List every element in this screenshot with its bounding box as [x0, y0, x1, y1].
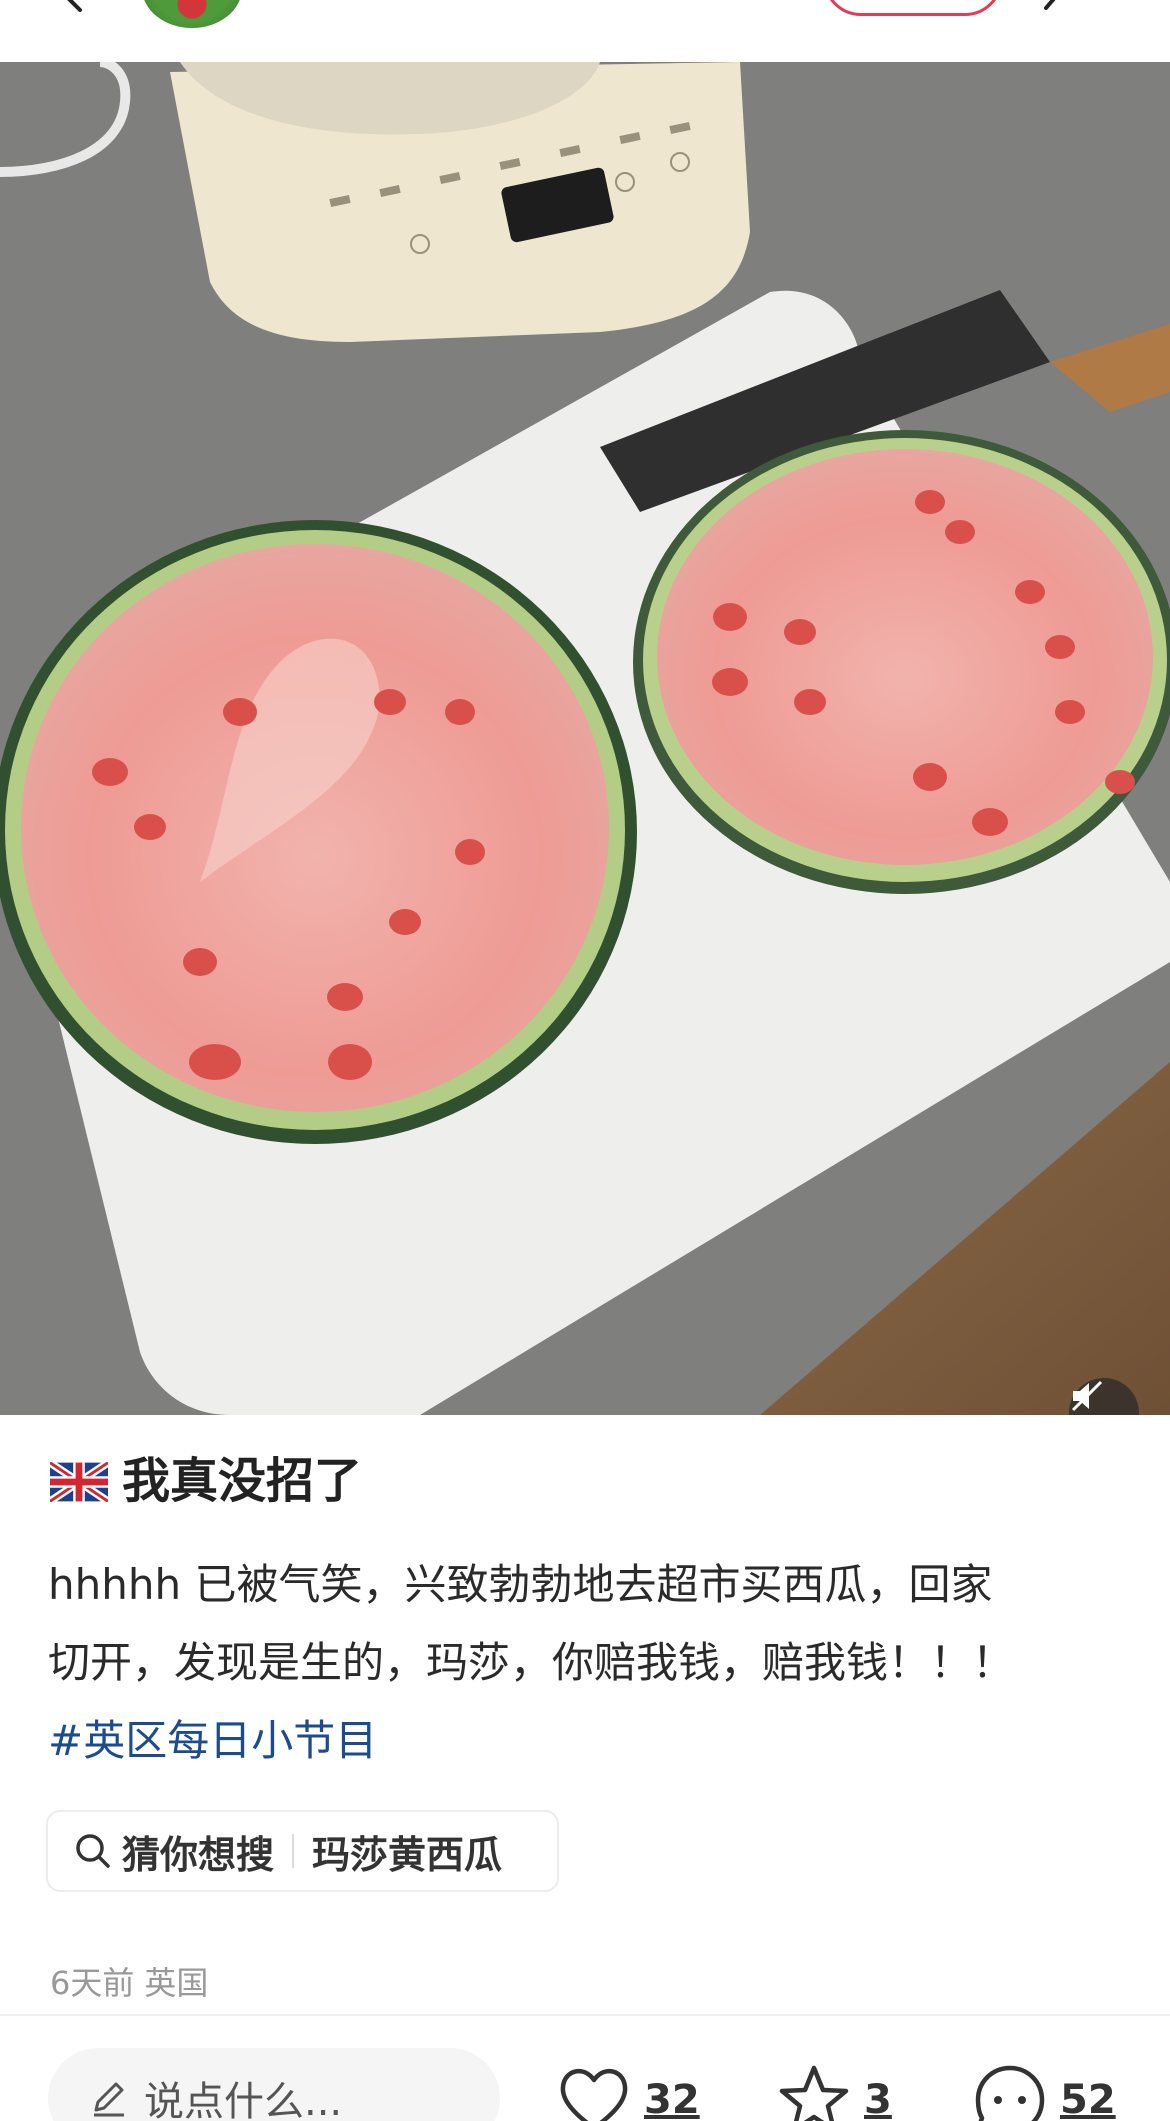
follow-button[interactable]: [823, 0, 1003, 16]
post-body-line: hhhhh 已被气笑，兴致勃勃地去超市买西瓜，回家: [48, 1560, 993, 1609]
heart-icon: [560, 2069, 628, 2121]
like-count: 32: [644, 2077, 700, 2121]
like-button[interactable]: 32: [556, 2062, 700, 2121]
star-icon: [779, 2065, 849, 2121]
post-title-row: 我真没招了: [50, 1458, 362, 1506]
hashtag-link[interactable]: #英区每日小节目: [48, 1702, 1138, 1780]
post-body-line: 切开，发现是生的，玛莎，你赔我钱，赔我钱！！！: [48, 1638, 1015, 1687]
favorite-count: 3: [864, 2077, 892, 2121]
post-time: 6天前: [50, 1964, 135, 2002]
post-location: 英国: [144, 1964, 209, 2002]
top-bar: [0, 0, 1170, 62]
pencil-icon: [94, 2082, 124, 2117]
suggest-term[interactable]: 玛莎黄西瓜: [312, 1824, 502, 1879]
divider: [0, 2014, 1170, 2016]
watermelon-photo-illustration: [0, 62, 1170, 1415]
chevron-left-icon[interactable]: [56, 0, 92, 14]
comment-bubble-icon: [975, 2065, 1045, 2121]
search-icon: [76, 1834, 110, 1868]
comment-count: 52: [1060, 2077, 1116, 2121]
uk-flag-icon: [50, 1462, 108, 1502]
suggested-search[interactable]: 猜你想搜 玛莎黄西瓜: [46, 1810, 559, 1892]
suggest-label: 猜你想搜: [122, 1832, 275, 1877]
share-icon[interactable]: [1040, 0, 1076, 12]
comment-input[interactable]: 说点什么...: [48, 2048, 500, 2121]
comment-placeholder: 说点什么...: [144, 2079, 343, 2121]
avatar[interactable]: [142, 0, 242, 28]
post-title: 我真没招了: [122, 1455, 363, 1508]
comment-button[interactable]: 52: [972, 2062, 1116, 2121]
suggest-divider: [292, 1834, 295, 1868]
favorite-button[interactable]: 3: [776, 2062, 892, 2121]
post-body: hhhhh 已被气笑，兴致勃勃地去超市买西瓜，回家 切开，发现是生的，玛莎，你赔…: [48, 1546, 1138, 1780]
post-meta: 6天前 英国: [50, 1958, 208, 2004]
post-photo[interactable]: [0, 62, 1170, 1415]
speaker-muted-icon: [1071, 1380, 1103, 1412]
